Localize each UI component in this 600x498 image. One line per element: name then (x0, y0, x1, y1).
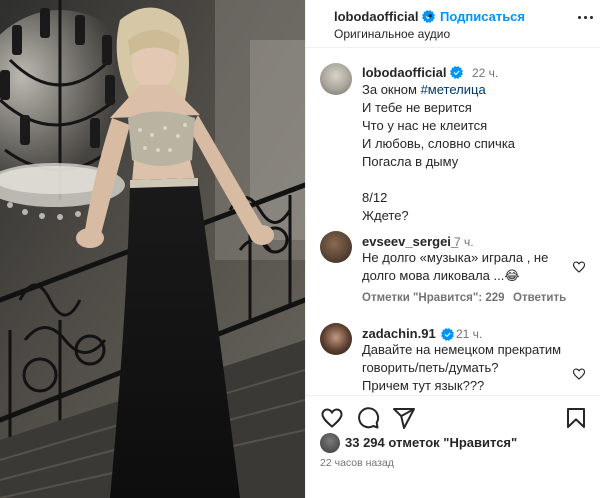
comment-like-heart-icon[interactable] (572, 367, 586, 381)
heart-icon[interactable] (320, 406, 344, 430)
caption-author-username[interactable]: lobodaofficial (362, 65, 463, 80)
caption-author-username-text[interactable]: lobodaofficial (362, 65, 447, 80)
caption-time[interactable]: 22 ч. (472, 66, 498, 80)
header-separator-dot: • (428, 8, 433, 23)
share-icon[interactable] (392, 406, 416, 430)
likes-count[interactable]: 33 294 отметок "Нравится" (345, 435, 517, 450)
follow-button[interactable]: Подписаться (440, 9, 525, 24)
comments-section[interactable]: lobodaofficial 22 ч. За окном #метелица … (306, 49, 600, 394)
verified-badge-icon (449, 66, 463, 79)
verified-badge-icon (441, 328, 454, 341)
caption-body: И тебе не верится Что у нас не клеится И… (362, 100, 516, 223)
comment-likes-count[interactable]: Отметки "Нравится": 229 (362, 292, 505, 304)
comment-text: Не долго «музыка» играла , не долго мова… (362, 250, 549, 283)
caption-prefix: За окном (362, 82, 421, 97)
post-header: lobodaofficial • Подписаться Оригинально… (306, 0, 600, 48)
comment-username[interactable]: zadachin.91 (362, 326, 436, 341)
post-side-panel: lobodaofficial • Подписаться Оригинально… (305, 0, 600, 498)
instagram-post: lobodaofficial • Подписаться Оригинально… (0, 0, 600, 498)
audio-link[interactable]: Оригинальное аудио (334, 27, 450, 41)
post-actions-bar: 33 294 отметок "Нравится" 22 часов назад (306, 395, 600, 498)
post-author-username[interactable]: lobodaofficial (334, 9, 435, 24)
reply-button[interactable]: Ответить (513, 292, 566, 304)
post-author-username-text[interactable]: lobodaofficial (334, 9, 419, 24)
hashtag-link[interactable]: #метелица (421, 82, 486, 97)
comment-text: Давайте на немецком прекратим говорить/п… (362, 342, 562, 393)
caption-author-avatar[interactable] (320, 63, 352, 95)
posted-time[interactable]: 22 часов назад (320, 457, 394, 469)
comment-avatar[interactable] (320, 231, 352, 263)
comment-icon[interactable] (356, 406, 380, 430)
bookmark-icon[interactable] (564, 406, 588, 430)
comment-like-heart-icon[interactable] (572, 260, 586, 274)
photo-artwork (0, 0, 305, 498)
comment-avatar[interactable] (320, 323, 352, 355)
comment-username[interactable]: evseev_sergei_ (362, 234, 458, 249)
comment-time[interactable]: 7 ч. (454, 235, 474, 249)
comment-time[interactable]: 21 ч. (456, 327, 482, 341)
caption-text: За окном #метелица И тебе не верится Что… (362, 81, 592, 225)
more-options-icon[interactable] (576, 9, 596, 25)
liker-avatar[interactable] (320, 433, 340, 453)
post-photo[interactable] (0, 0, 305, 498)
